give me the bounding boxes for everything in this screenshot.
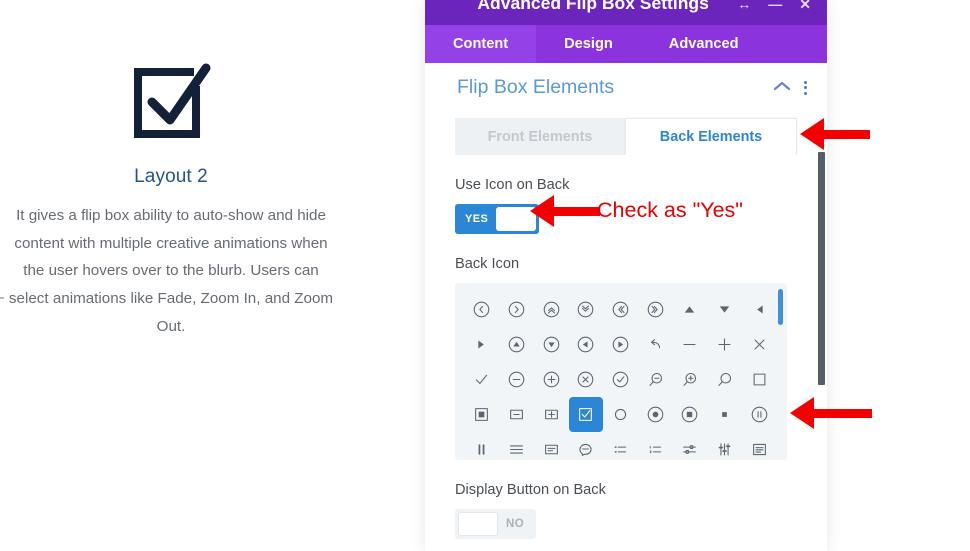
icon-option-square-icon[interactable]	[742, 362, 776, 397]
icon-option-speech-lines-icon[interactable]	[569, 432, 603, 460]
icon-option-pause-circle-icon[interactable]	[742, 397, 776, 432]
toggle-no-label: NO	[506, 518, 525, 530]
panel-vertical-scrollbar[interactable]	[818, 152, 825, 385]
icon-option-zoom-in-icon[interactable]	[673, 362, 707, 397]
icon-option-chevrons-down-circle-icon[interactable]	[569, 292, 603, 327]
icon-grid-row	[465, 327, 777, 362]
flip-box-preview: Layout 2 It gives a flip box ability to …	[0, 0, 342, 551]
icon-option-triangle-down-icon[interactable]	[708, 292, 742, 327]
icon-option-numbered-list-icon[interactable]	[638, 432, 672, 460]
chevron-up-icon[interactable]	[773, 80, 791, 95]
panel-title: Advanced Flip Box Settings	[477, 0, 709, 13]
display-button-toggle-wrap: NO	[455, 509, 537, 539]
icon-option-stop-square-icon[interactable]	[708, 397, 742, 432]
checkbox-checked-icon	[128, 58, 214, 144]
close-icon[interactable]: ✕	[799, 0, 811, 11]
icon-option-triangle-up-circle-icon[interactable]	[500, 327, 534, 362]
toggle-knob	[458, 512, 498, 536]
icon-option-radio-dot-icon[interactable]	[638, 397, 672, 432]
toggle-yes-label: YES	[465, 213, 489, 225]
icon-option-plus-icon[interactable]	[708, 327, 742, 362]
icon-option-square-plus-icon[interactable]	[534, 397, 568, 432]
icon-option-chevrons-left-circle-icon[interactable]	[604, 292, 638, 327]
icon-option-chevrons-up-circle-icon[interactable]	[534, 292, 568, 327]
icon-option-chevron-right-circle-icon[interactable]	[500, 292, 534, 327]
icon-option-circle-icon[interactable]	[604, 397, 638, 432]
icon-option-checkbox-checked-icon[interactable]	[569, 397, 603, 432]
subtab-front-elements[interactable]: Front Elements	[455, 118, 625, 155]
titlebar-controls: ↔ — ✕	[737, 0, 827, 11]
use-icon-on-back-toggle[interactable]: YES	[455, 204, 540, 234]
icon-option-square-minus-icon[interactable]	[500, 397, 534, 432]
arrow-to-back-elements	[800, 118, 870, 150]
panel-tabs: Content Design Advanced	[425, 25, 827, 63]
element-side-subtabs: Front Elements Back Elements	[455, 118, 797, 155]
icon-option-plus-circle-icon[interactable]	[534, 362, 568, 397]
arrow-to-icon-row	[790, 397, 872, 429]
icon-option-minus-circle-icon[interactable]	[500, 362, 534, 397]
tab-content[interactable]: Content	[425, 25, 537, 63]
tab-design[interactable]: Design	[536, 25, 641, 63]
preview-body-text: It gives a flip box ability to auto-show…	[8, 207, 334, 335]
icon-option-zoom-out-icon[interactable]	[638, 362, 672, 397]
icon-option-chevrons-right-circle-icon[interactable]	[638, 292, 672, 327]
icon-option-triangle-left-circle-icon[interactable]	[569, 327, 603, 362]
back-icon-picker-grid[interactable]	[455, 283, 787, 460]
panel-body: Flip Box Elements Front Elements Back El…	[425, 63, 827, 551]
subtab-back-elements[interactable]: Back Elements	[625, 118, 797, 155]
icon-option-triangle-right-circle-icon[interactable]	[604, 327, 638, 362]
icon-option-document-lines-icon[interactable]	[742, 432, 776, 460]
icon-option-bullet-list-icon[interactable]	[604, 432, 638, 460]
preview-title: Layout 2	[134, 166, 208, 187]
icon-option-chevron-left-circle-icon[interactable]	[465, 292, 499, 327]
icon-grid-row	[465, 362, 777, 397]
use-icon-on-back-toggle-wrap: YES	[455, 204, 540, 234]
screenshot-root: Layout 2 It gives a flip box ability to …	[0, 0, 970, 551]
back-icon-label: Back Icon	[455, 256, 520, 272]
left-edge-tick	[0, 297, 4, 299]
icon-option-triangle-right-icon[interactable]	[465, 327, 499, 362]
icon-option-equalizer-icon[interactable]	[708, 432, 742, 460]
icon-option-triangle-left-icon[interactable]	[742, 292, 776, 327]
minimize-icon[interactable]: —	[768, 0, 782, 11]
section-title: Flip Box Elements	[457, 76, 615, 98]
icon-option-search-icon[interactable]	[708, 362, 742, 397]
icon-option-text-box-icon[interactable]	[534, 432, 568, 460]
icon-option-pause-icon[interactable]	[465, 432, 499, 460]
use-icon-on-back-label: Use Icon on Back	[455, 177, 570, 193]
tab-advanced[interactable]: Advanced	[641, 25, 767, 63]
icon-option-undo-arrow-icon[interactable]	[638, 327, 672, 362]
icon-option-minus-icon[interactable]	[673, 327, 707, 362]
icon-grid-row	[465, 432, 777, 460]
icon-option-check-icon[interactable]	[465, 362, 499, 397]
panel-titlebar: Advanced Flip Box Settings ↔ — ✕	[425, 0, 827, 25]
icon-option-triangle-down-circle-icon[interactable]	[534, 327, 568, 362]
display-button-on-back-toggle[interactable]: NO	[455, 509, 537, 539]
icon-option-check-circle-icon[interactable]	[604, 362, 638, 397]
arrow-to-toggle	[530, 195, 600, 227]
icon-option-square-filled-icon[interactable]	[465, 397, 499, 432]
icon-option-list-lines-icon[interactable]	[500, 432, 534, 460]
icon-grid-scrollbar[interactable]	[778, 289, 783, 325]
icon-option-sliders-icon[interactable]	[673, 432, 707, 460]
icon-option-close-x-icon[interactable]	[742, 327, 776, 362]
display-button-on-back-label: Display Button on Back	[455, 482, 606, 498]
icon-grid-row	[465, 292, 777, 327]
icon-grid-row	[465, 397, 777, 432]
check-as-yes-annotation: Check as "Yes"	[597, 198, 743, 222]
icon-option-x-circle-icon[interactable]	[569, 362, 603, 397]
icon-option-triangle-up-icon[interactable]	[673, 292, 707, 327]
settings-panel: Advanced Flip Box Settings ↔ — ✕ Content…	[425, 0, 827, 551]
expand-icon[interactable]: ↔	[737, 0, 751, 11]
vertical-dots-icon[interactable]	[804, 80, 807, 95]
section-header: Flip Box Elements	[425, 63, 827, 99]
icon-option-circle-square-icon[interactable]	[673, 397, 707, 432]
